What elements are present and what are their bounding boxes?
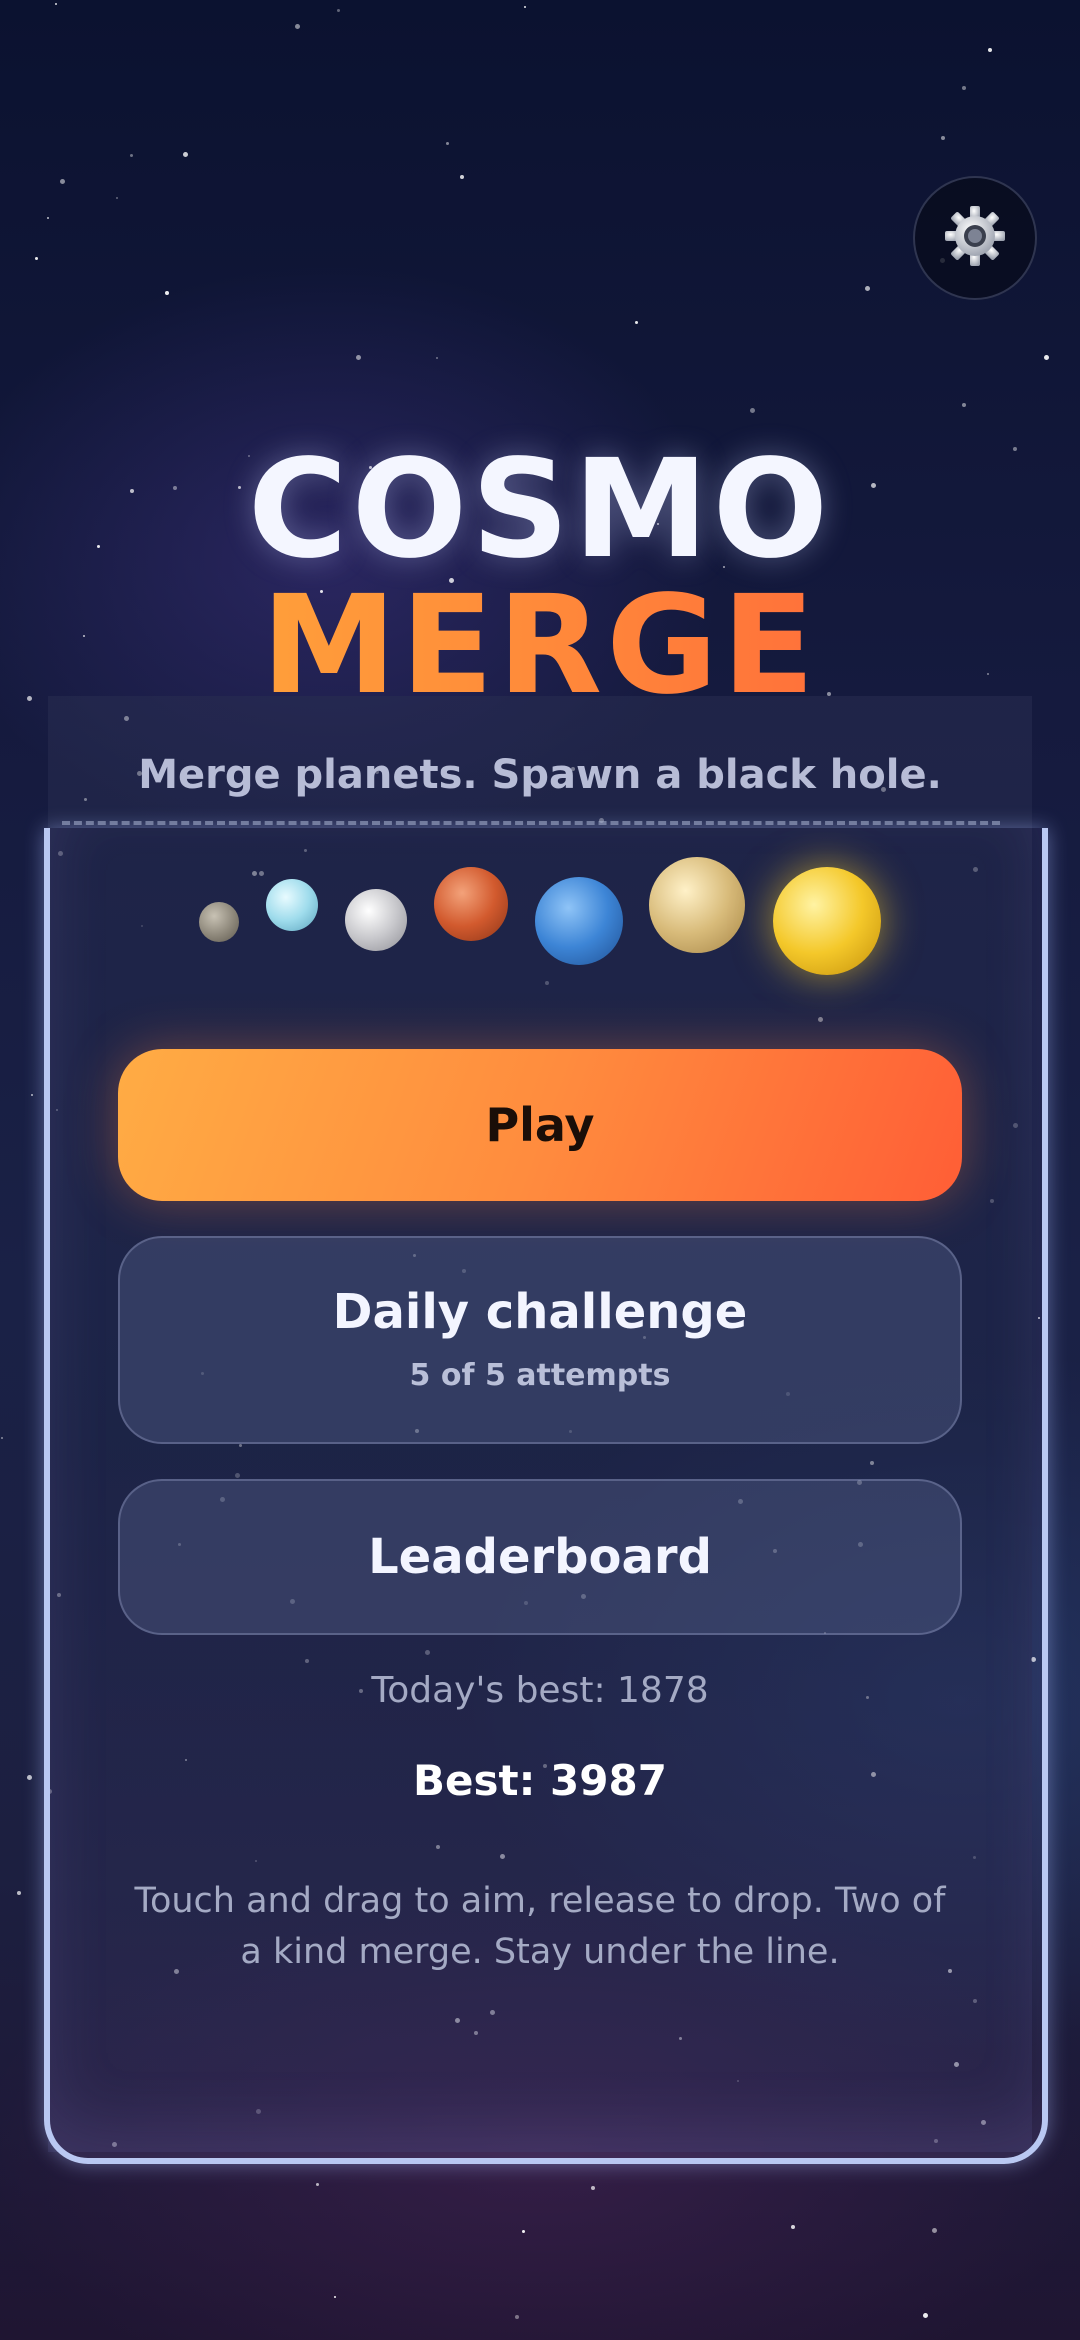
daily-challenge-button[interactable]: Daily challenge 5 of 5 attempts bbox=[118, 1236, 962, 1444]
planet-uranus-icon bbox=[266, 879, 318, 931]
daily-challenge-label: Daily challenge bbox=[332, 1284, 748, 1340]
star bbox=[17, 1891, 21, 1895]
star bbox=[865, 286, 870, 291]
star bbox=[932, 2228, 937, 2233]
star bbox=[988, 48, 992, 52]
star bbox=[591, 2186, 595, 2190]
star bbox=[522, 2230, 525, 2233]
leaderboard-button[interactable]: Leaderboard bbox=[118, 1479, 962, 1635]
planet-sun-icon bbox=[773, 867, 881, 975]
star bbox=[635, 321, 638, 324]
star bbox=[35, 257, 38, 260]
star bbox=[165, 291, 169, 295]
star bbox=[183, 152, 188, 157]
title-line-cosmo: COSMO bbox=[247, 431, 833, 589]
star bbox=[116, 197, 118, 199]
star bbox=[60, 179, 65, 184]
star bbox=[1, 1437, 3, 1439]
star bbox=[460, 175, 464, 179]
play-button[interactable]: Play bbox=[118, 1049, 962, 1201]
daily-attempts-count: 5 of 5 attempts bbox=[409, 1358, 671, 1393]
star bbox=[436, 357, 438, 359]
star bbox=[962, 403, 966, 407]
title-line-merge: MERGE bbox=[0, 576, 1080, 716]
star bbox=[962, 86, 966, 90]
planet-mars-icon bbox=[434, 867, 508, 941]
star bbox=[1044, 355, 1049, 360]
star bbox=[55, 3, 57, 5]
star bbox=[923, 2313, 928, 2318]
game-title: COSMO MERGE bbox=[0, 440, 1080, 716]
star bbox=[130, 154, 133, 157]
instructions-text: Touch and drag to aim, release to drop. … bbox=[134, 1881, 946, 1972]
best-score: Best: 3987 bbox=[413, 1756, 667, 1805]
settings-button[interactable] bbox=[913, 176, 1037, 300]
gear-icon bbox=[943, 204, 1007, 272]
planet-pluto-icon bbox=[199, 902, 239, 942]
planet-saturn-icon bbox=[649, 857, 745, 953]
star bbox=[47, 217, 49, 219]
star bbox=[337, 9, 340, 12]
todays-best-score: Today's best: 1878 bbox=[371, 1670, 709, 1711]
star bbox=[524, 6, 526, 8]
planet-moon-icon bbox=[345, 889, 407, 951]
star bbox=[941, 136, 945, 140]
star bbox=[750, 408, 755, 413]
star bbox=[515, 2315, 519, 2319]
star bbox=[334, 2296, 336, 2298]
planet-neptune-icon bbox=[535, 877, 623, 965]
danger-line bbox=[62, 821, 1000, 825]
star bbox=[295, 24, 300, 29]
star bbox=[446, 142, 449, 145]
star bbox=[31, 1094, 33, 1096]
star bbox=[791, 2225, 795, 2229]
subtitle: Merge planets. Spawn a black hole. bbox=[138, 752, 942, 798]
star bbox=[356, 355, 361, 360]
star bbox=[316, 2183, 319, 2186]
